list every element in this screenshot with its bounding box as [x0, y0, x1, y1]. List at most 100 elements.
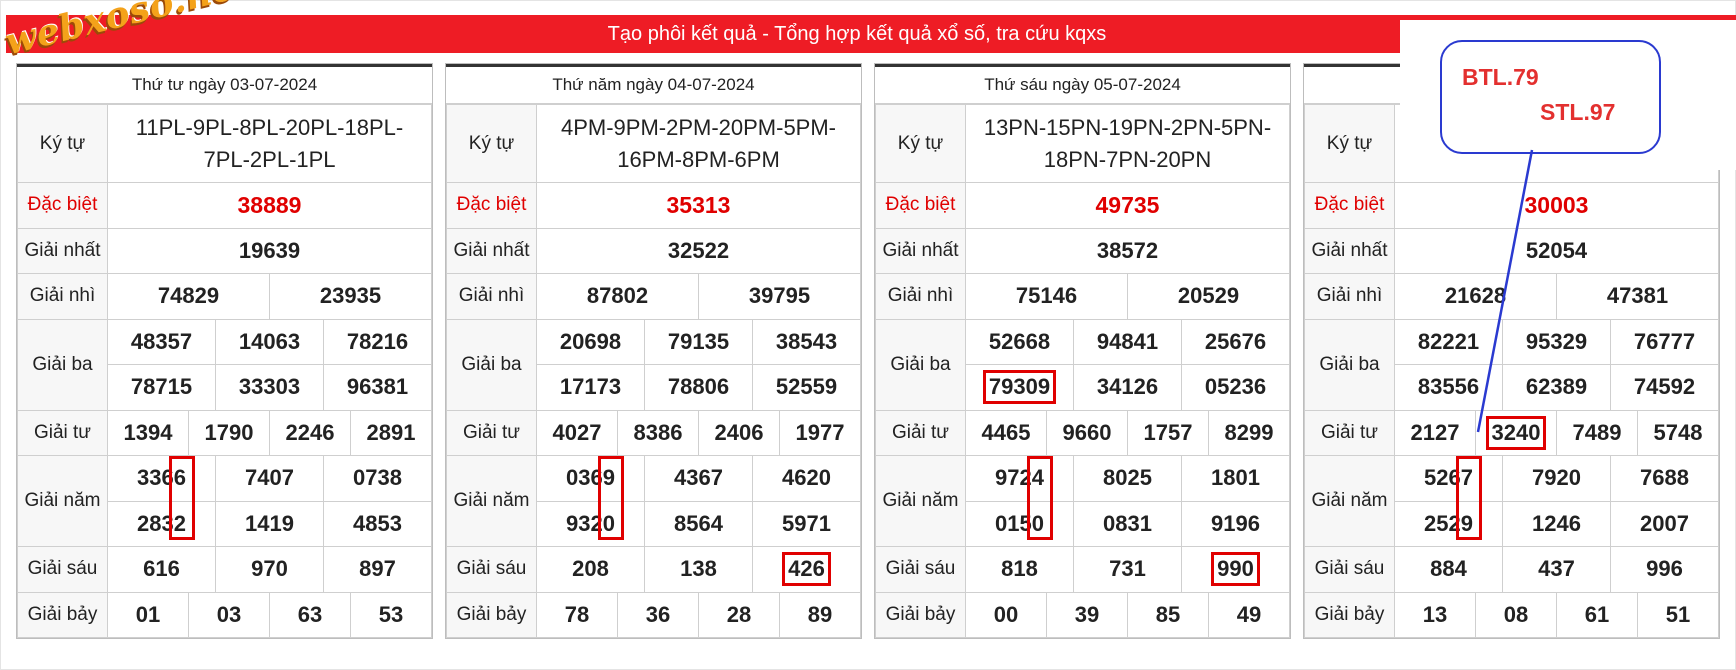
result-board: Thứ sáu ngày 05-07-2024 Ký tự 13PN-15PN-19… — [874, 63, 1291, 639]
prize-label: Giải bảy — [1304, 591, 1395, 638]
result-number: 25676 — [1181, 318, 1290, 365]
result-number: 48357 — [107, 318, 216, 365]
result-number: 437 — [1502, 546, 1611, 593]
number-text: 1801 — [1211, 465, 1260, 491]
prize-row-g5: Giải năm 0369 4367 4620 — [446, 455, 861, 547]
number-text: 8386 — [633, 419, 683, 445]
result-number: 818 — [965, 546, 1074, 593]
prize-row-g1: Giải nhất 52054 — [1304, 227, 1719, 274]
number-text: 2246 — [285, 419, 335, 445]
prize-label: Giải nhì — [1304, 273, 1395, 320]
number-text: 818 — [1001, 556, 1038, 582]
prize-label: Giải ba — [875, 318, 966, 411]
prize-row-g5: Giải năm 9724 8025 1801 — [875, 455, 1290, 547]
number-text: 616 — [143, 556, 180, 582]
number-text: 1246 — [1532, 510, 1581, 536]
highlighted-number: 3240 — [1485, 415, 1547, 450]
prize-row-g6: Giải sáu 208 138 426 — [446, 546, 861, 593]
number-text: 76777 — [1633, 328, 1696, 354]
number-text: 0738 — [353, 465, 402, 491]
number-text: 4367 — [674, 465, 723, 491]
result-number: 4367 — [644, 455, 753, 502]
number-text: 4620 — [782, 465, 831, 491]
result-number: 96381 — [323, 364, 432, 411]
prize-label: Giải ba — [1304, 318, 1395, 411]
result-table: Ký tự 11PL-9PL-8PL-20PL-18PL-7PL-2PL-1PL Đ… — [17, 104, 432, 638]
number-text: 2891 — [366, 419, 416, 445]
result-number: 9724 — [965, 455, 1074, 502]
number-text: 13 — [1422, 601, 1448, 627]
prize-label: Đặc biệt — [1304, 182, 1395, 229]
result-number: 33303 — [215, 364, 324, 411]
result-number: 9660 — [1046, 409, 1128, 456]
number-text: 52559 — [775, 374, 838, 400]
first-prize-number: 38572 — [965, 227, 1290, 274]
result-number: 4465 — [965, 409, 1047, 456]
number-text: 78 — [564, 601, 590, 627]
prize-row-kytu: Ký tự 13PN-15PN-19PN-2PN-5PN-18PN-7PN-20P… — [875, 104, 1290, 183]
number-text: 1394 — [123, 419, 173, 445]
giai-nam-highlight-box — [169, 456, 195, 540]
result-number: 28 — [698, 591, 780, 638]
number-text: 51 — [1665, 601, 1691, 627]
result-number: 1394 — [107, 409, 189, 456]
number-text: 8564 — [674, 510, 723, 536]
result-number: 4027 — [536, 409, 618, 456]
prize-label: Giải nhất — [875, 227, 966, 274]
prize-label: Giải bảy — [875, 591, 966, 638]
result-number: 23935 — [269, 273, 432, 320]
number-text: 62389 — [1525, 374, 1588, 400]
number-text: 39795 — [748, 283, 811, 309]
prize-label: Giải nhì — [875, 273, 966, 320]
result-number: 20529 — [1127, 273, 1290, 320]
prize-label: Giải tư — [446, 409, 537, 456]
number-text: 8025 — [1103, 465, 1152, 491]
number-text: 36 — [645, 601, 671, 627]
prize-label: Ký tự — [875, 104, 966, 183]
number-text: 4465 — [981, 419, 1031, 445]
result-number: 21628 — [1394, 273, 1557, 320]
result-number: 1790 — [188, 409, 270, 456]
result-number: 82221 — [1394, 318, 1503, 365]
prize-label: Đặc biệt — [17, 182, 108, 229]
result-number: 7407 — [215, 455, 324, 502]
prize-label: Giải nhì — [446, 273, 537, 320]
prize-label: Giải năm — [1304, 455, 1395, 547]
prize-row-g7: Giải bảy 00 39 85 49 — [875, 591, 1290, 638]
prize-row-g5: Giải năm 3366 7407 0738 — [17, 455, 432, 547]
board-date: Thứ sáu ngày 05-07-2024 — [875, 64, 1290, 104]
result-number: 0369 — [536, 455, 645, 502]
number-text: 970 — [251, 556, 288, 582]
number-text: 53 — [378, 601, 404, 627]
result-number: 5748 — [1637, 409, 1719, 456]
number-text: 05236 — [1204, 374, 1267, 400]
special-prize-number: 30003 — [1394, 182, 1719, 229]
prize-label: Giải nhất — [1304, 227, 1395, 274]
result-number: 616 — [107, 546, 216, 593]
result-number: 52559 — [752, 364, 861, 411]
prize-row-g6: Giải sáu 818 731 990 — [875, 546, 1290, 593]
number-text: 7407 — [245, 465, 294, 491]
giai-nam-highlight-box — [598, 456, 624, 540]
result-number: 8564 — [644, 500, 753, 547]
prize-label: Giải ba — [446, 318, 537, 411]
number-text: 2127 — [1410, 419, 1460, 445]
result-number: 2406 — [698, 409, 780, 456]
result-number: 1757 — [1127, 409, 1209, 456]
number-text: 437 — [1538, 556, 1575, 582]
prize-row-g6: Giải sáu 616 970 897 — [17, 546, 432, 593]
result-number: 34126 — [1073, 364, 1182, 411]
result-number: 01 — [107, 591, 189, 638]
result-number: 74829 — [107, 273, 270, 320]
result-number: 49 — [1208, 591, 1290, 638]
result-number: 14063 — [215, 318, 324, 365]
highlighted-number: 426 — [782, 552, 831, 587]
number-text: 75146 — [1015, 283, 1078, 309]
result-number: 0831 — [1073, 500, 1182, 547]
number-text: 14063 — [238, 328, 301, 354]
result-number: 884 — [1394, 546, 1503, 593]
board-date: Thứ năm ngày 04-07-2024 — [446, 64, 861, 104]
prize-row-g1: Giải nhất 38572 — [875, 227, 1290, 274]
number-text: 83556 — [1417, 374, 1480, 400]
result-number: 52668 — [965, 318, 1074, 365]
